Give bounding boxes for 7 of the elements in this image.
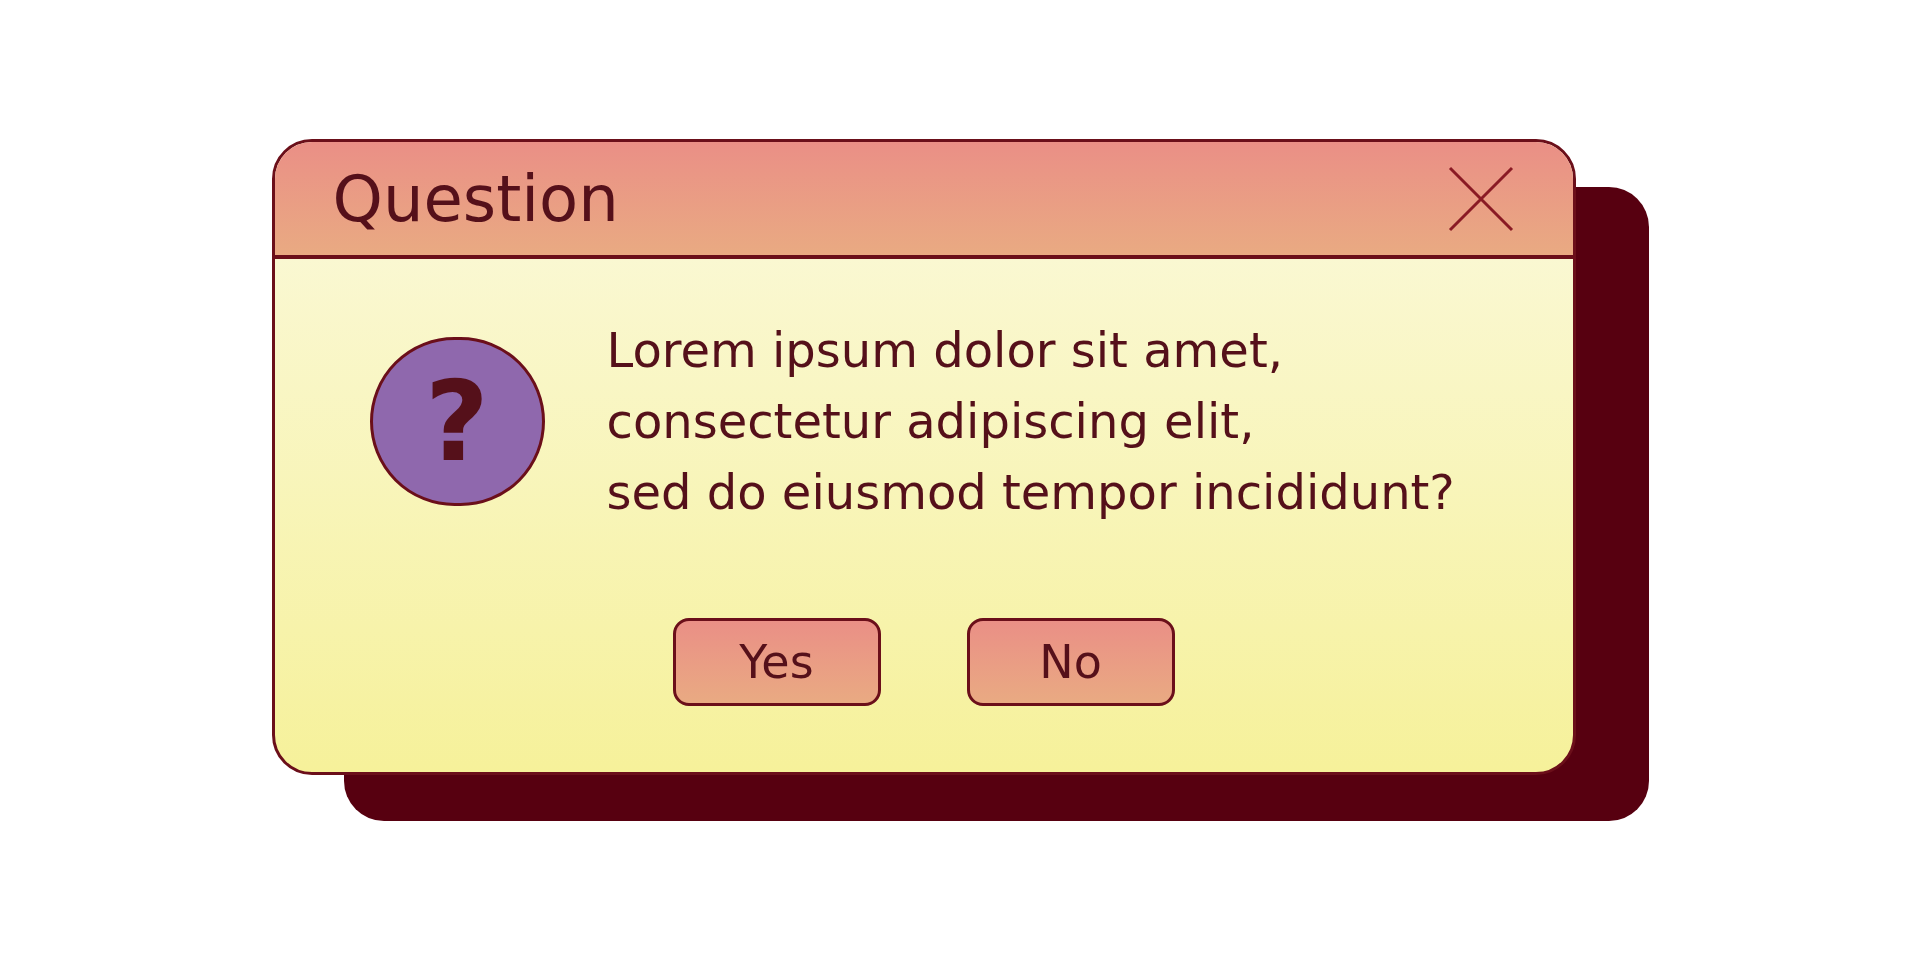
close-icon — [1447, 165, 1514, 232]
dialog-button[interactable]: No — [966, 618, 1175, 706]
window-title: Question — [332, 166, 619, 231]
dialog-button[interactable]: Yes — [672, 618, 881, 706]
message-text: Lorem ipsum dolor sit amet, consectetur adipiscing elit, sed do eiusmod tempor incididunt? — [606, 321, 1455, 522]
question-icon: ? — [369, 337, 545, 506]
close-button[interactable] — [1446, 164, 1515, 233]
